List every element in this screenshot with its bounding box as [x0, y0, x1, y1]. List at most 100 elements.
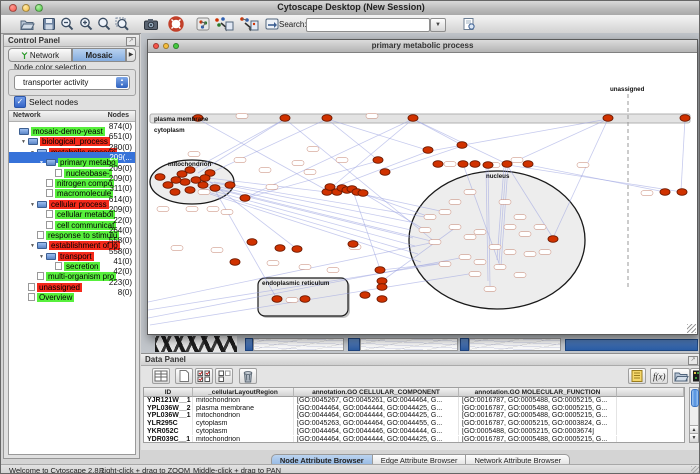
network-node-label[interactable] [641, 191, 653, 196]
network-node[interactable] [230, 259, 240, 266]
network-node-label[interactable] [171, 246, 183, 251]
network-node-label[interactable] [259, 168, 271, 173]
table-cell[interactable]: [GO:0016787, GO:0005215, GO:0003824, G..… [459, 420, 617, 428]
table-cell[interactable]: mitochondrion [193, 412, 294, 420]
tree-row-metabolic-process[interactable]: ▼metabolic process280(0) [9, 142, 135, 152]
network-node[interactable] [680, 115, 690, 122]
network-node[interactable] [292, 246, 302, 253]
network-node-label[interactable] [514, 273, 526, 278]
network-node[interactable] [225, 182, 235, 189]
tree-row-multi-organism-pro[interactable]: multi-organism pro42(0) [9, 266, 135, 276]
network-node-label[interactable] [539, 250, 551, 255]
network-node[interactable] [185, 187, 195, 194]
network-node[interactable] [200, 175, 210, 182]
import-list-icon[interactable] [628, 368, 646, 384]
network-node-label[interactable] [304, 170, 316, 175]
network-overview-icon[interactable] [195, 16, 211, 32]
network-node[interactable] [348, 241, 358, 248]
table-cell[interactable]: [GO:0045267, GO:0045261, GO:0044464, G..… [294, 397, 459, 405]
network-node-label[interactable] [299, 265, 311, 270]
tree-row-primary-metabo[interactable]: ▼primary metabo209(... [9, 152, 135, 162]
network-node[interactable] [360, 292, 370, 299]
network-node-label[interactable] [504, 225, 516, 230]
network-node-label[interactable] [286, 298, 298, 303]
tree-row-macromolecule[interactable]: macromolecule311(0) [9, 183, 135, 193]
open-icon[interactable] [19, 16, 35, 32]
network-node[interactable] [457, 142, 467, 149]
table-cell[interactable]: [GO:0016787, GO:0005488, GO:0005215, G..… [459, 405, 617, 413]
network-node-label[interactable] [484, 287, 496, 292]
network-node[interactable] [483, 162, 493, 169]
network-node[interactable] [377, 284, 387, 291]
network-node-label[interactable] [327, 268, 339, 273]
network-node-label[interactable] [366, 114, 378, 119]
import-file-icon[interactable] [672, 368, 690, 384]
network-node-label[interactable] [524, 252, 536, 257]
network-node-label[interactable] [449, 225, 461, 230]
table-cell[interactable]: YDR039C__1 [144, 436, 193, 444]
table-cell[interactable]: [GO:0044464, GO:0044444, GO:0044425, G..… [294, 436, 459, 444]
network-node[interactable] [373, 157, 383, 164]
network-node-label[interactable] [188, 152, 200, 157]
network-node-label[interactable] [464, 190, 476, 195]
network-node[interactable] [433, 161, 443, 168]
network-node-label[interactable] [186, 207, 198, 212]
network-node-label[interactable] [444, 162, 456, 167]
select-attributes-icon[interactable] [195, 368, 213, 384]
table-cell[interactable]: [GO:0044464, GO:0044446, GO:0044444, G..… [294, 428, 459, 436]
search-dropdown-button[interactable]: ▼ [430, 18, 446, 32]
zoom-selected-icon[interactable] [114, 16, 130, 32]
network-node-label[interactable] [429, 240, 441, 245]
tree-row-cellular-process[interactable]: ▼cellular process614(0) [9, 194, 135, 204]
table-cell[interactable]: plasma membrane [193, 405, 294, 413]
network-node[interactable] [300, 296, 310, 303]
table-cell[interactable]: YPL036W__2 [144, 405, 193, 413]
network-node[interactable] [272, 296, 282, 303]
tree-row-nucleobase-[interactable]: nucleobase-209(0) [9, 163, 135, 173]
network-node[interactable] [377, 296, 387, 303]
network-node-label[interactable] [504, 250, 516, 255]
network-node-label[interactable] [267, 261, 279, 266]
network-node-label[interactable] [459, 255, 471, 260]
tree-row-cell-communicat[interactable]: cell communicat22(0) [9, 215, 135, 225]
network-node-label[interactable] [534, 225, 546, 230]
network-node[interactable] [380, 169, 390, 176]
tree-row-cellular-metabol[interactable]: cellular metabol209(0) [9, 204, 135, 214]
network-node-label[interactable] [514, 215, 526, 220]
new-attribute-icon[interactable] [175, 368, 193, 384]
formula-icon[interactable]: f(x) [650, 368, 668, 384]
tree-row-mosaic-demo-yeast[interactable]: mosaic-demo-yeast874(0) [9, 121, 135, 131]
table-vertical-scrollbar[interactable]: ▲ ▼ [689, 387, 699, 443]
network-node-label[interactable] [336, 158, 348, 163]
attribute-table-icon[interactable] [152, 368, 170, 384]
background-window-fragment[interactable] [360, 338, 458, 351]
network-node-label[interactable] [157, 207, 169, 212]
tree-row-unassigned[interactable]: unassigned223(0) [9, 277, 135, 287]
layout-edges-icon[interactable] [238, 16, 260, 32]
column-header-annotation.GO CELLULAR_COMPONENT[interactable]: annotation.GO CELLULAR_COMPONENT [294, 388, 459, 397]
network-node[interactable] [502, 161, 512, 168]
table-cell[interactable]: cytoplasm [193, 428, 294, 436]
table-cell[interactable]: [GO:0005488, GO:0005215, GO:0003674] [459, 428, 617, 436]
manage-plugins-icon[interactable] [264, 16, 280, 32]
float-panel-icon[interactable]: ↗ [688, 356, 698, 365]
unselect-attributes-icon[interactable] [215, 368, 233, 384]
column-header-spacer[interactable] [617, 388, 684, 397]
network-node-label[interactable] [236, 114, 248, 119]
network-node-label[interactable] [424, 215, 436, 220]
tab-network[interactable]: Network [8, 48, 72, 62]
layout-nodes-icon[interactable] [213, 16, 235, 32]
app-resize-grip[interactable] [691, 466, 700, 474]
tab-mosaic[interactable]: Mosaic [72, 48, 126, 62]
network-canvas[interactable]: plasma membranecytoplasmmitochondrionnuc… [148, 52, 697, 335]
tree-row-establishment-of-lo[interactable]: ▼establishment of lo558(0) [9, 235, 135, 245]
table-cell[interactable]: YJR121W__1 [144, 397, 193, 405]
network-node-label[interactable] [211, 248, 223, 253]
network-node[interactable] [375, 267, 385, 274]
network-node[interactable] [240, 195, 250, 202]
select-nodes-checkbox[interactable]: ✓ [14, 96, 26, 108]
network-node-label[interactable] [439, 262, 451, 267]
tab-overflow-button[interactable]: ▶ [126, 48, 136, 62]
background-window-fragment[interactable] [469, 338, 561, 351]
column-header-ID[interactable]: ID [144, 388, 193, 397]
